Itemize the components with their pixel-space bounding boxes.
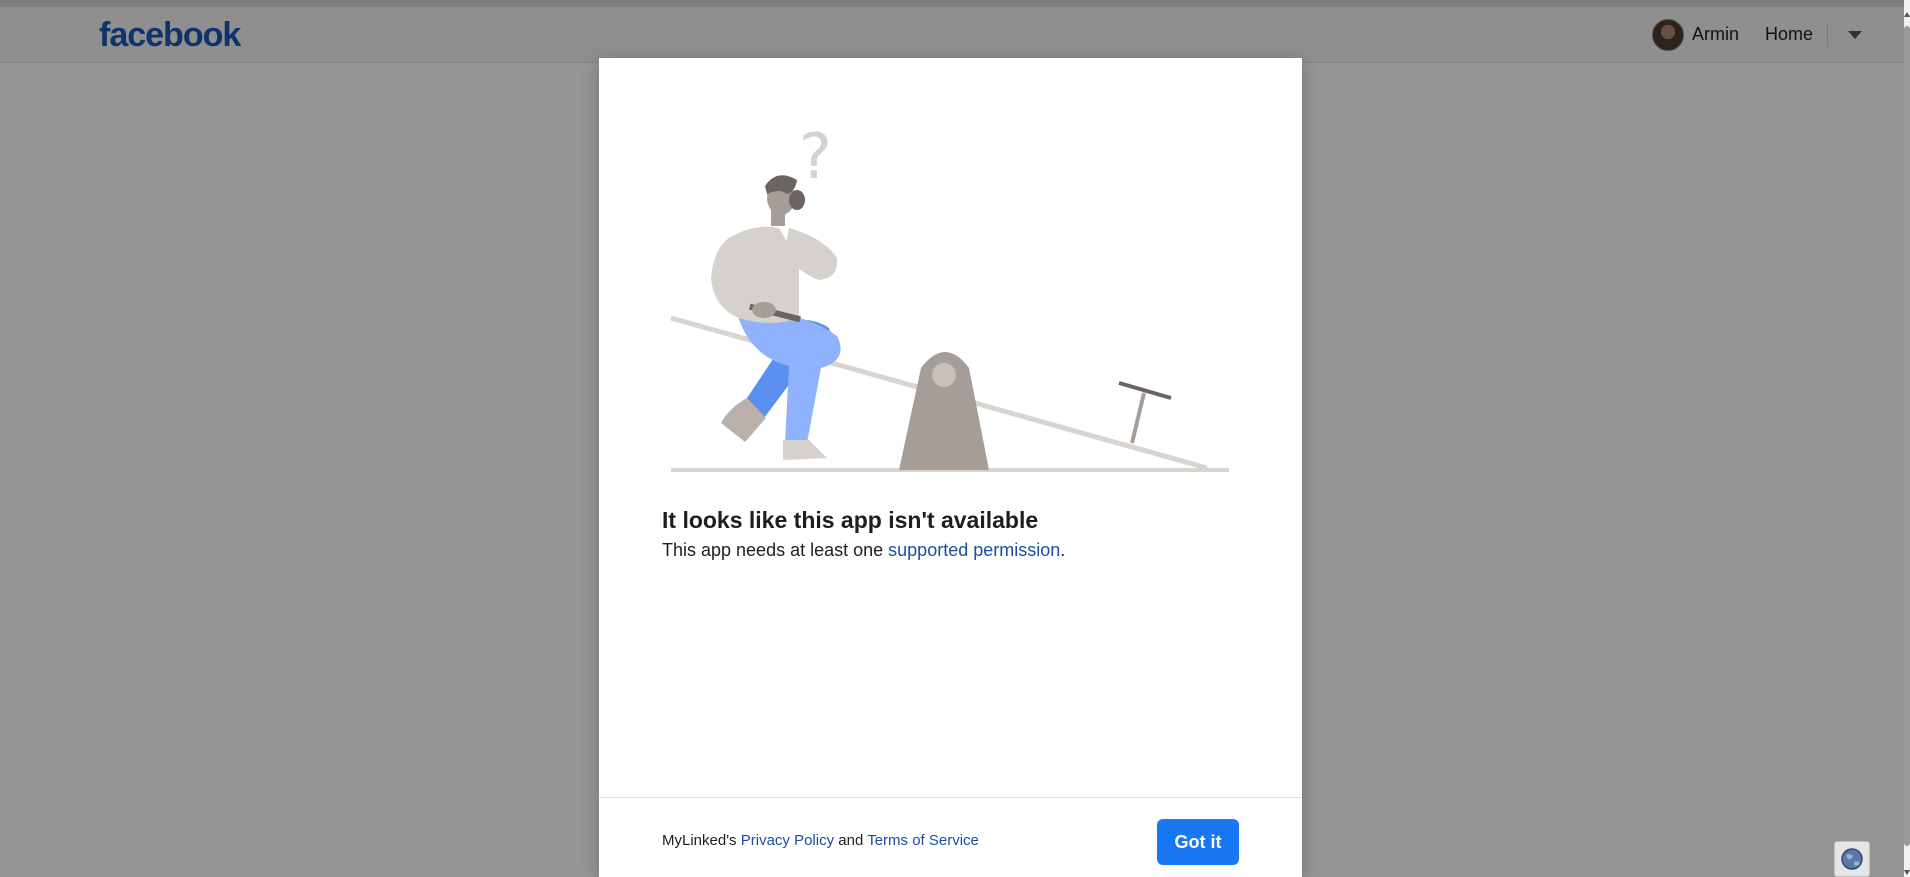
globe-icon — [1841, 848, 1863, 870]
terms-of-service-link[interactable]: Terms of Service — [867, 832, 979, 849]
legal-text: MyLinked's Privacy Policy and Terms of S… — [662, 832, 979, 849]
globe-button[interactable] — [1834, 841, 1870, 877]
and-text: and — [834, 832, 868, 849]
dialog-message-suffix: . — [1060, 540, 1066, 560]
supported-permission-link[interactable]: supported permission — [888, 540, 1060, 560]
dialog-message: This app needs at least one supported pe… — [662, 540, 1065, 561]
seesaw-illustration: ? — [670, 120, 1229, 472]
dialog-message-prefix: This app needs at least one — [662, 540, 889, 560]
person-hand — [789, 190, 805, 210]
question-mark-icon: ? — [799, 120, 832, 193]
app-unavailable-dialog: ? It looks like this app isn't available… — [599, 58, 1302, 877]
scroll-thumb[interactable] — [1904, 26, 1910, 846]
dialog-title: It looks like this app isn't available — [662, 507, 1039, 533]
scrollbar[interactable] — [1904, 0, 1910, 877]
seesaw-handle-post — [1130, 392, 1146, 444]
privacy-policy-link[interactable]: Privacy Policy — [741, 832, 834, 849]
scroll-up-arrow-icon[interactable] — [1904, 12, 1910, 17]
person-front-shoe — [783, 440, 827, 460]
dialog-footer: MyLinked's Privacy Policy and Terms of S… — [599, 797, 1302, 877]
scroll-down-arrow-icon[interactable] — [1904, 870, 1910, 875]
person-lap-hand — [752, 302, 776, 318]
got-it-button[interactable]: Got it — [1157, 819, 1239, 865]
fulcrum-bolt — [932, 363, 956, 387]
app-name-text: MyLinked's — [662, 832, 741, 849]
